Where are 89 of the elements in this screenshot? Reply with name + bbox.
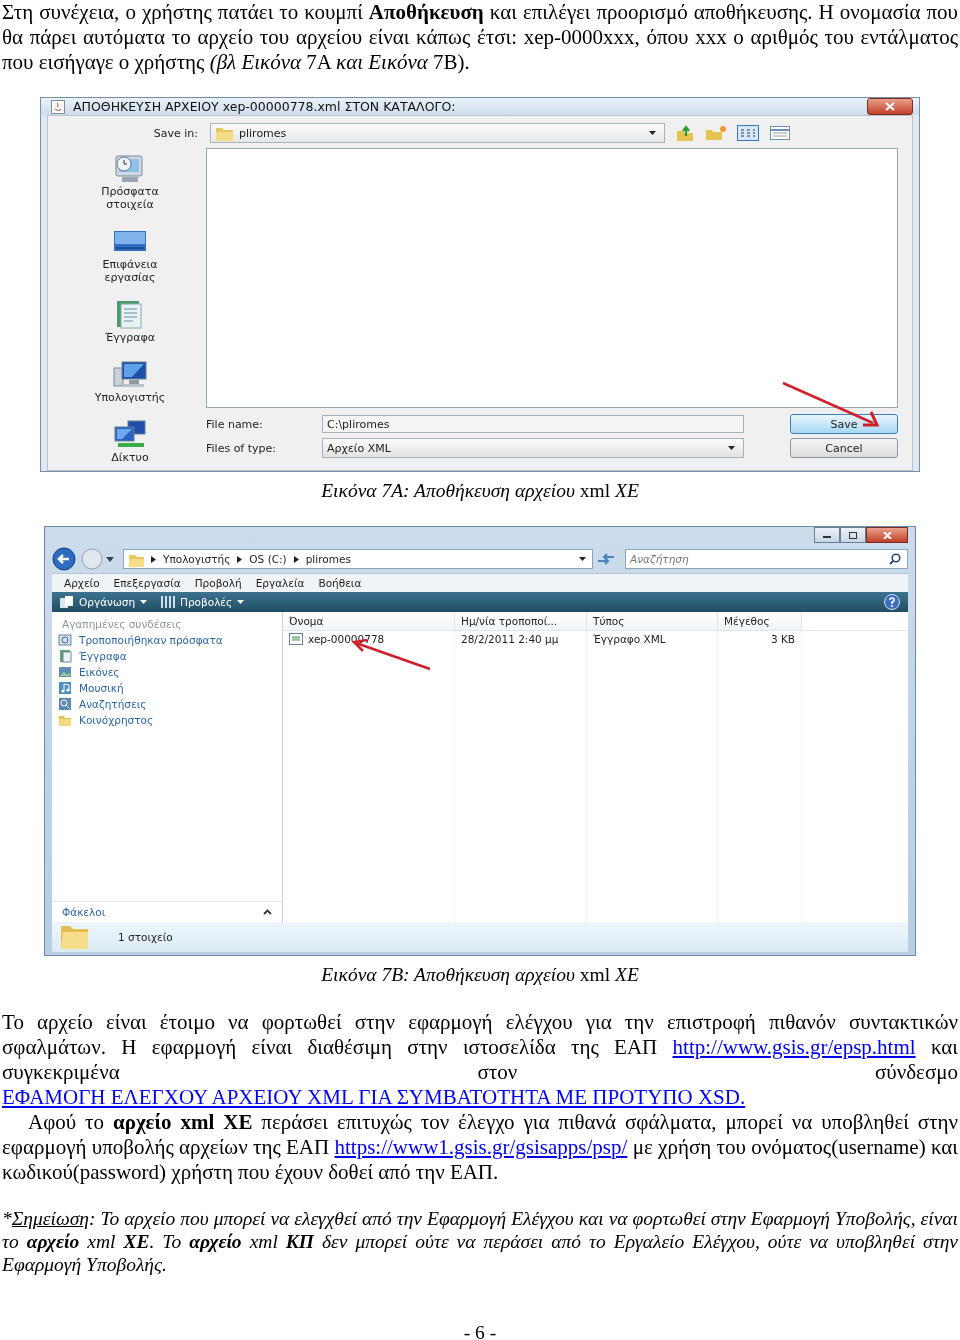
java-app-icon <box>51 99 65 114</box>
dropdown-arrow-icon <box>649 131 656 135</box>
back-button[interactable] <box>52 547 78 571</box>
column-header[interactable]: Τύπος <box>587 612 718 630</box>
figure-caption: Εικόνα 7Α: Αποθήκευση αρχείου xml ΧΕ <box>320 479 640 503</box>
field-label: Files of type: <box>206 441 277 455</box>
chevron-icon <box>151 555 156 563</box>
address-bar[interactable]: Υπολογιστής OS (C:) pliromes <box>123 549 593 569</box>
column-header[interactable]: Μέγεθος <box>718 612 802 630</box>
places-item[interactable]: Δίκτυο <box>90 418 170 464</box>
computer-icon <box>112 358 148 389</box>
views-icon <box>161 596 176 608</box>
dropdown-arrow-icon <box>579 557 586 561</box>
close-button[interactable] <box>867 98 913 115</box>
status-text: 1 στοιχείο <box>118 931 173 943</box>
menu-item[interactable]: Επεξεργασία <box>113 577 181 589</box>
organize-icon <box>60 596 74 608</box>
dropdown-arrow-icon <box>140 600 148 604</box>
places-item[interactable]: Υπολογιστής <box>90 358 170 404</box>
menu-item[interactable]: Βοήθεια <box>318 577 362 589</box>
history-dropdown-icon[interactable] <box>106 556 114 562</box>
refresh-icon[interactable] <box>596 552 616 566</box>
searches-icon <box>58 697 72 711</box>
file-item[interactable]: xep-00000778 <box>283 631 455 647</box>
toolbar-button[interactable]: Προβολές <box>161 596 245 608</box>
favorite-link[interactable]: Αναζητήσεις <box>52 696 282 712</box>
toolbar-button[interactable]: Οργάνωση <box>60 596 148 608</box>
favorite-link[interactable]: Εικόνες <box>52 664 282 680</box>
menu-item[interactable]: Εργαλεία <box>255 577 305 589</box>
file-type-dropdown[interactable]: Αρχείο XML <box>322 438 744 458</box>
dropdown-arrow-icon <box>237 600 245 604</box>
breadcrumb-item[interactable]: Υπολογιστής <box>163 553 231 565</box>
window-title: ΑΠΟΘΗΚΕΥΣΗ ΑΡΧΕΙΟΥ xep-00000778.xml ΣΤΟΝ ΚΑΤΑΛΟΓΟ: <box>73 99 457 114</box>
table-cell: Έγγραφο XML <box>587 631 718 647</box>
documents-icon <box>58 649 72 663</box>
chevron-icon <box>293 555 299 563</box>
recent-changes-icon <box>58 633 72 647</box>
favorite-link[interactable]: Τροποποιήθηκαν πρόσφατα <box>52 632 282 648</box>
breadcrumb-item[interactable]: pliromes <box>305 553 351 565</box>
column-header[interactable]: Όνομα <box>283 612 455 630</box>
list-view-icon[interactable] <box>737 125 759 141</box>
help-icon[interactable] <box>884 594 900 610</box>
collapse-icon <box>263 909 272 915</box>
paragraph: Στη συνέχεια, ο χρήστης πατάει το κουμπί Αποθήκευση και επιλέγει προορισμό αποθήκευσης. Η ονομασία που θα πάρει αυτόματα το αρχείο του αρχείου είναι κάπως έτσι: xep-0000xxx, όπου xxx ο αριθμός του εντάλματος που εισήγαγε ο χρήστης (βλ Εικόνα 7Α και Εικόνα 7Β). <box>2 0 958 75</box>
cancel-button[interactable]: Cancel <box>790 438 898 458</box>
music-icon <box>58 681 72 695</box>
column-header[interactable]: Ημ/νία τροποποί... <box>455 612 587 630</box>
favorite-link[interactable]: Έγγραφα <box>52 648 282 664</box>
field-label: Save in: <box>152 126 199 140</box>
maximize-icon <box>849 531 857 539</box>
paragraph: Αφού το αρχείο xml ΧΕ περάσει επιτυχώς τον έλεγχο για πιθανά σφάλματα, μπορεί να υποβληθεί στην εφαρμογή υποβολής αρχείων της ΕΑΠ https://www1.gsis.gr/gsisapps/psp/ με χρήση του ονόματος(username) και κωδικού(password) χρήστη που έχουν δοθεί από την ΕΑΠ. <box>2 1110 958 1185</box>
maximize-button[interactable] <box>840 527 866 543</box>
folder-icon <box>58 713 72 727</box>
link[interactable]: https://www1.gsis.gr/gsisapps/psp/ <box>334 1135 628 1159</box>
file-name-field[interactable]: C:\pliromes <box>322 415 744 433</box>
favorite-link[interactable]: Κοινόχρηστος <box>52 712 282 728</box>
folder-icon <box>60 924 90 950</box>
link[interactable]: ΕΦΑΜΟΓΗ ΕΛΕΓΧΟΥ ΑΡΧΕΙΟΥ XML ΓΙΑ ΣΥΜΒΑΤΟΤΗΤΑ ΜΕ ΠΡΟΤΥΠΟ XSD. <box>2 1085 746 1109</box>
search-field[interactable]: Αναζήτηση <box>625 549 908 569</box>
chevron-icon <box>237 555 243 563</box>
close-button[interactable] <box>866 527 908 543</box>
field-label: File name: <box>206 417 264 431</box>
save-in-dropdown[interactable]: pliromes <box>210 123 665 143</box>
note: *Σημείωση: Το αρχείο που μπορεί να ελεγχθεί από την Εφαρμογή Ελέγχου και να φορτωθεί στην Εφαρμογή Υποβολής, είναι το αρχείο xml ΧΕ. Το αρχείο xml ΚΠ δεν μπορεί ούτε να περάσει από το Εργαλείο Ελέγχου, ούτε να υποβληθεί στην Εφαρμογή Υποβολής. <box>2 1207 958 1276</box>
search-icon <box>889 553 901 565</box>
places-item[interactable]: Πρόσφατα στοιχεία <box>90 152 170 211</box>
menu-item[interactable]: Προβολή <box>194 577 242 589</box>
pictures-icon <box>58 665 72 679</box>
xml-file-icon <box>289 632 303 646</box>
dropdown-arrow-icon <box>728 446 735 450</box>
table-cell: 3 KB <box>718 631 802 647</box>
section-heading: Αγαπημένες συνδέσεις <box>61 617 183 632</box>
places-item[interactable]: Επιφάνεια εργασίας <box>90 225 170 284</box>
details-view-icon[interactable] <box>769 125 791 141</box>
figure-caption: Εικόνα 7Β: Αποθήκευση αρχείου xml ΧΕ <box>320 963 640 987</box>
paragraph: Το αρχείο είναι έτοιμο να φορτωθεί στην εφαρμογή ελέγχου για την επιστροφή πιθανόν συντακτικών σφαλμάτων. Η εφαρμογή είναι διαθέσιμη στην ιστοσελίδα της ΕΑΠ http://www.gsis.gr/epsp.html και συγκεκριμένα στον σύνδεσμο ΕΦΑΜΟΓΗ ΕΛΕΓΧΟΥ ΑΡΧΕΙΟΥ XML ΓΙΑ ΣΥΜΒΑΤΟΤΗΤΑ ΜΕ ΠΡΟΤΥΠΟ XSD. <box>2 1010 958 1110</box>
network-icon <box>112 418 148 449</box>
up-folder-icon[interactable] <box>675 125 695 141</box>
close-icon <box>885 102 895 111</box>
breadcrumb-item[interactable]: OS (C:) <box>249 553 287 565</box>
close-icon <box>882 531 892 539</box>
menu-item[interactable]: Αρχείο <box>64 577 100 589</box>
places-item[interactable]: Έγγραφα <box>90 298 170 344</box>
link[interactable]: http://www.gsis.gr/epsp.html <box>672 1035 916 1059</box>
favorite-link[interactable]: Μουσική <box>52 680 282 696</box>
page-number: - 6 - <box>462 1322 498 1340</box>
table-cell: 28/2/2011 2:40 μμ <box>455 631 587 647</box>
minimize-button[interactable] <box>814 527 840 543</box>
save-button[interactable]: Save <box>790 414 898 434</box>
